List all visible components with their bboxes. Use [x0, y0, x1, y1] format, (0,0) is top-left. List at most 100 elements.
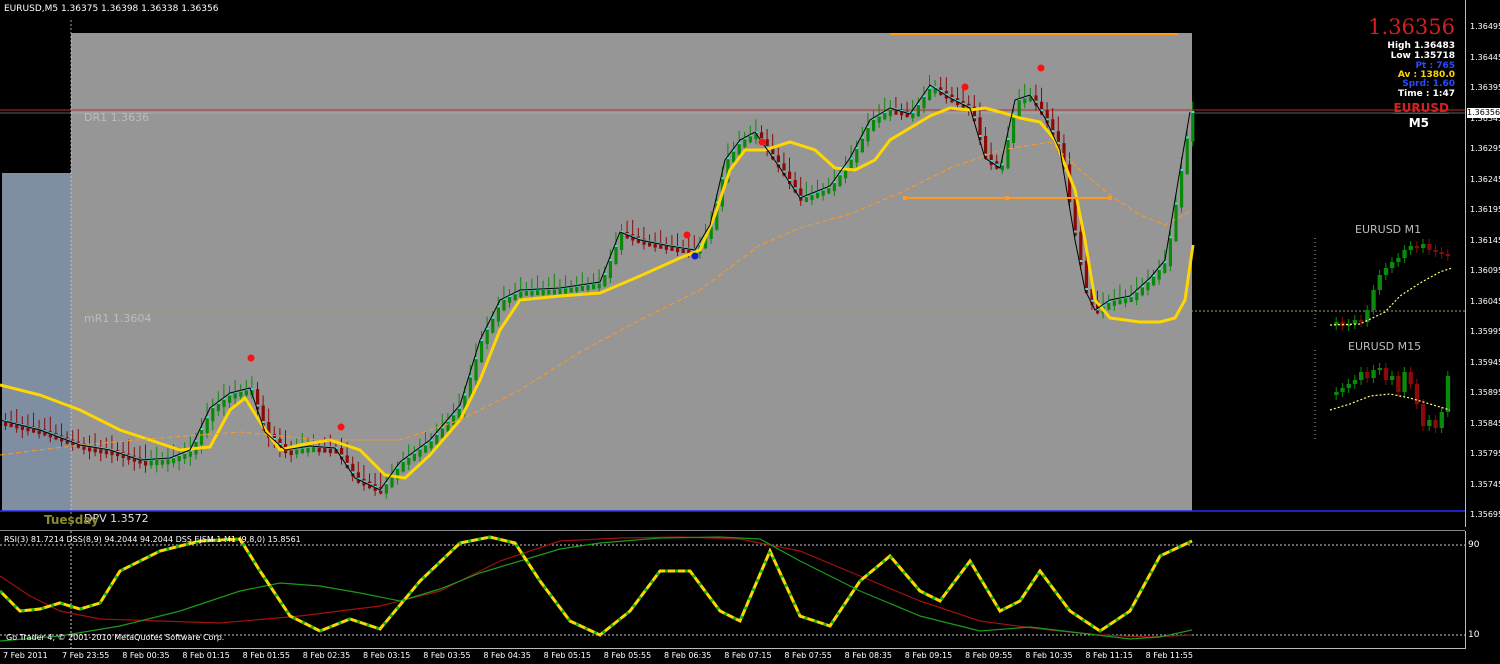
price-axis-label: 1.35845: [1470, 418, 1500, 428]
level-10-label: 10: [1468, 630, 1480, 640]
candle-body: [1107, 301, 1111, 310]
mini-m1-candles: [1334, 239, 1451, 331]
price-axis-label: 1.36445: [1470, 52, 1500, 62]
candle-body: [491, 317, 495, 333]
dss-dotted-line: [0, 535, 1193, 637]
mini-candle-body: [1396, 376, 1401, 392]
mini-candle-body: [1383, 368, 1389, 380]
candle-body: [1168, 237, 1172, 267]
candle-body: [989, 154, 993, 166]
candle-body: [614, 246, 618, 264]
candle-body: [418, 448, 422, 457]
price-axis-label: 1.36245: [1470, 174, 1500, 184]
candle-body: [222, 398, 226, 407]
time-axis-label: 8 Feb 00:35: [122, 651, 170, 660]
time-axis-label: 8 Feb 06:35: [664, 651, 712, 660]
mini-candle-body: [1408, 372, 1413, 384]
price-axis-label: 1.35895: [1470, 388, 1500, 397]
candle-body: [474, 358, 478, 381]
mr1-label: mR1 1.3604: [84, 312, 152, 325]
indicator-pane[interactable]: RSI(3) 81.7214 DSS(8,9) 94.2044 94.2044 …: [0, 530, 1479, 649]
candle-body: [440, 427, 444, 438]
candle-body: [883, 112, 887, 120]
candle-body: [855, 148, 859, 163]
dss-main-line: [0, 535, 1193, 637]
price-chart-canvas[interactable]: [0, 0, 1465, 527]
price-axis[interactable]: 1.36495 1.36445 1.36395 1.36345 1.36295 1.362…: [1465, 0, 1500, 527]
mini-candle-body: [1371, 290, 1376, 310]
info-low: Low 1.35718: [1390, 51, 1455, 61]
candle-body: [228, 394, 232, 403]
mini-candle-body: [1377, 275, 1382, 290]
mini-candle-body: [1439, 412, 1444, 428]
mini-candle-body: [1371, 370, 1376, 378]
candle-body: [1146, 281, 1150, 291]
session-box: [71, 33, 1192, 511]
candle-body: [407, 456, 411, 465]
mini-candle-body: [1402, 372, 1407, 392]
candle-body: [877, 115, 881, 123]
candle-body: [799, 188, 803, 201]
price-axis-label: 1.35995: [1470, 327, 1500, 336]
candle-body: [401, 460, 405, 472]
price-axis-badge: 1.36356: [1467, 108, 1500, 118]
time-axis[interactable]: 7 Feb 2011 7 Feb 23:55 8 Feb 00:35 8 Feb 01…: [0, 648, 1465, 664]
time-axis-label: 8 Feb 11:15: [1085, 651, 1133, 660]
mini-candle-body: [1433, 250, 1438, 252]
mini-m15-candles: [1334, 363, 1451, 433]
time-axis-label: 8 Feb 11:55: [1145, 651, 1193, 660]
candle-body: [446, 420, 450, 432]
candle-body: [485, 328, 489, 344]
mini-m15-ma: [1329, 393, 1451, 411]
mini-candle-body: [1359, 372, 1364, 380]
candle-body: [743, 138, 747, 148]
mini-candle-body: [1340, 388, 1345, 392]
time-axis-label: 7 Feb 2011: [3, 651, 48, 660]
time-axis-label: 8 Feb 04:35: [483, 651, 531, 660]
price-axis-label: 1.36395: [1470, 83, 1500, 92]
candle-body: [508, 296, 512, 303]
price-axis-label: 1.36095: [1470, 266, 1500, 275]
main-chart[interactable]: EURUSD,M5 1.36375 1.36398 1.36338 1.3635…: [0, 0, 1500, 527]
time-axis-label: 8 Feb 03:55: [423, 651, 471, 660]
mini-candle-body: [1421, 404, 1426, 426]
mini-candle-body: [1365, 372, 1370, 378]
price-axis-label: 1.35795: [1470, 449, 1500, 458]
candle-body: [748, 135, 752, 143]
mini-candle-body: [1445, 254, 1451, 256]
price-axis-label: 1.35745: [1470, 479, 1500, 489]
mini-candle-body: [1421, 244, 1426, 248]
mini-candle-body: [1390, 262, 1395, 268]
price-axis-label: 1.35945: [1470, 357, 1500, 367]
candle-body: [519, 290, 523, 298]
mini-m15-title: EURUSD M15: [1348, 340, 1422, 353]
candle-body: [866, 126, 870, 142]
candle-body: [502, 298, 506, 311]
mini-candle-body: [1352, 320, 1358, 324]
candle-body: [1012, 113, 1016, 143]
mini-candle-body: [1377, 368, 1382, 370]
ind-axis[interactable]: 90 10: [1465, 531, 1500, 649]
mini-candle-body: [1433, 420, 1438, 428]
time-axis-label: 8 Feb 05:55: [603, 651, 652, 660]
level-90-label: 90: [1468, 540, 1480, 550]
candle-body: [1174, 203, 1178, 242]
candle-body: [205, 417, 209, 433]
mini-candle-body: [1334, 392, 1339, 395]
candle-body: [737, 143, 741, 155]
price-axis-label: 1.36295: [1470, 144, 1500, 153]
candle-body: [429, 440, 433, 449]
candle-body: [480, 340, 484, 363]
candle-tick: [1191, 111, 1195, 113]
candle-body: [1135, 291, 1139, 301]
candle-body: [838, 174, 842, 187]
candle-body: [1180, 170, 1184, 208]
candle-body: [603, 274, 607, 287]
candle-body: [452, 414, 456, 425]
candle-body: [412, 452, 416, 461]
indicator-canvas[interactable]: [0, 531, 1465, 649]
time-axis-label: 8 Feb 05:15: [543, 651, 591, 660]
candle-body: [888, 108, 892, 117]
time-axis-label: 8 Feb 01:55: [242, 651, 290, 660]
candle-body: [1163, 262, 1167, 273]
